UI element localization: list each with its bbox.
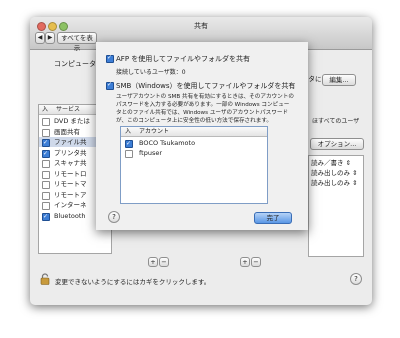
lock-icon[interactable] [40, 273, 50, 285]
remove-user-button[interactable]: − [251, 257, 261, 267]
help-button[interactable]: ? [350, 273, 362, 285]
forward-icon[interactable]: ▶ [45, 32, 55, 44]
updown-arrow-icon: ⇕ [350, 179, 358, 187]
service-checkbox[interactable] [42, 181, 50, 189]
service-checkbox[interactable] [42, 160, 50, 168]
back-icon[interactable]: ◀ [35, 32, 45, 44]
header-on: 入 [42, 106, 49, 113]
account-name: BOCO Tsukamoto [139, 139, 196, 147]
header-account: アカウント [139, 128, 170, 135]
computer-name-label: コンピュータ [54, 60, 96, 68]
add-user-button[interactable]: + [240, 257, 250, 267]
service-label: インターネ [54, 201, 87, 209]
account-checkbox[interactable] [125, 139, 133, 149]
account-checkbox[interactable] [125, 150, 133, 158]
permission-label: 読み出しのみ [311, 179, 350, 187]
afp-users: 接続しているユーザ数：0 [116, 69, 186, 76]
smb-note-line: タとのファイル共有では、Windows ユーザのアカウントパスワード [116, 110, 289, 116]
sheet-help-button[interactable]: ? [108, 211, 120, 223]
account-name: ftpuser [139, 149, 163, 157]
service-checkbox[interactable] [42, 138, 50, 148]
lock-text: 変更できないようにするにはカギをクリックします。 [55, 278, 211, 286]
service-label: リモートア [54, 190, 87, 199]
header-on: 入 [125, 128, 132, 135]
show-all-button[interactable]: すべてを表示 [57, 32, 97, 52]
smb-note-line: ユーザアカウントの SMB 共有を有効にするときは、そのアカウントの [116, 94, 294, 100]
afp-checkbox[interactable] [106, 54, 114, 63]
permission-row[interactable]: 読み出しのみ ⇕ [311, 168, 358, 178]
service-checkbox[interactable] [42, 212, 50, 222]
smb-label: SMB（Windows）を使用してファイルやフォルダを共有 [116, 82, 296, 90]
smb-checkbox[interactable] [106, 81, 114, 90]
service-label: プリンタ共 [54, 148, 87, 157]
header-service: サービス [56, 106, 81, 113]
service-checkbox[interactable] [42, 149, 50, 159]
service-label: リモートロ [54, 169, 87, 178]
service-checkbox[interactable] [42, 170, 50, 179]
service-label: DVD または [54, 117, 90, 125]
done-button[interactable]: 完了 [254, 212, 292, 224]
service-label: Bluetooth [54, 211, 86, 220]
service-label: スキャナ共 [54, 159, 87, 167]
options-button[interactable]: オプション... [310, 138, 364, 150]
account-table: 入 アカウント BOCO Tsukamoto ftpuser [120, 126, 268, 204]
smb-note: ユーザアカウントの SMB 共有を有効にするときは、そのアカウントの パスワード… [116, 93, 306, 125]
permission-row[interactable]: 読み／書き ⇕ [311, 158, 351, 168]
account-row[interactable]: BOCO Tsukamoto [121, 138, 267, 149]
service-checkbox[interactable] [42, 118, 50, 126]
permission-label: 読み出しのみ [311, 169, 350, 177]
access-text: ほすべてのユーザ [312, 118, 360, 125]
account-table-header: 入 アカウント [121, 127, 267, 137]
updown-arrow-icon: ⇕ [350, 169, 358, 177]
service-checkbox[interactable] [42, 202, 50, 210]
smb-note-line: パスワードを入力する必要があります。一部の Windows コンピュー [116, 102, 290, 108]
window-title: 共有 [194, 22, 208, 30]
smb-note-line: が、このコンピュータ上に安全性の低い方法で保存されます。 [116, 118, 272, 124]
remove-service-button[interactable]: − [159, 257, 169, 267]
service-label: ファイル共 [54, 138, 87, 146]
account-row[interactable]: ftpuser [121, 148, 267, 158]
edit-button[interactable]: 編集... [322, 74, 356, 86]
afp-label: AFP を使用してファイルやフォルダを共有 [116, 55, 251, 63]
service-label: 画面共有 [54, 127, 80, 136]
service-checkbox[interactable] [42, 191, 50, 200]
service-checkbox[interactable] [42, 128, 50, 137]
add-service-button[interactable]: + [148, 257, 158, 267]
service-label: リモートマ [54, 180, 87, 188]
permissions-list: 読み／書き ⇕ 読み出しのみ ⇕ 読み出しのみ ⇕ [308, 155, 364, 257]
permission-row[interactable]: 読み出しのみ ⇕ [311, 178, 358, 188]
updown-arrow-icon: ⇕ [343, 159, 352, 167]
permission-label: 読み／書き [311, 159, 344, 167]
